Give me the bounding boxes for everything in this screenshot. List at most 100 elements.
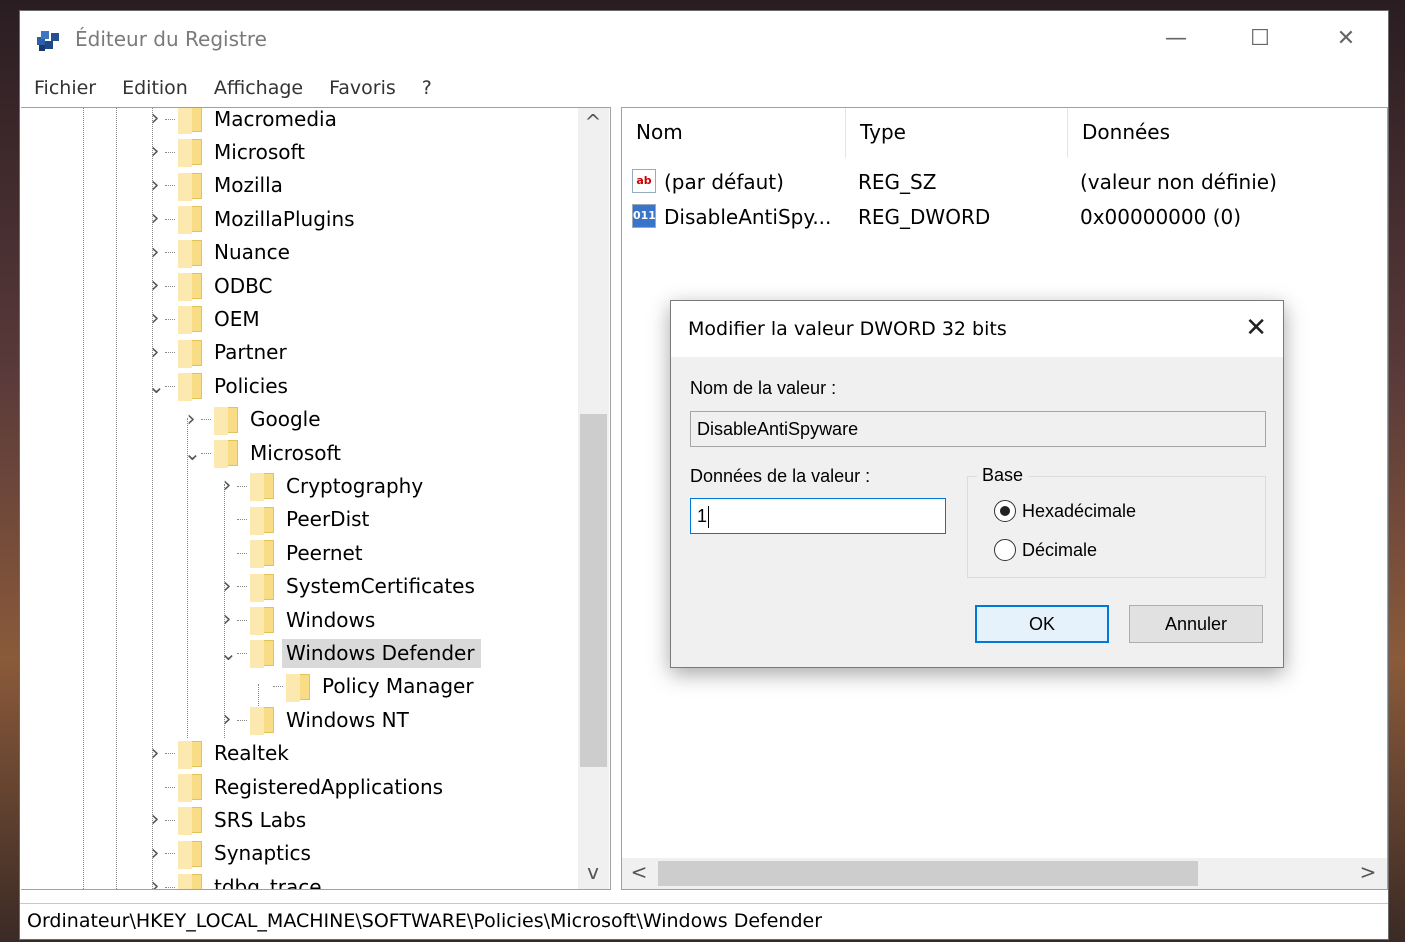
- tree-node-label: Macromedia: [214, 107, 337, 131]
- tree-node[interactable]: Peernet: [220, 537, 369, 569]
- menu-affichage[interactable]: Affichage: [214, 77, 303, 99]
- radio-unchecked-icon[interactable]: [994, 539, 1016, 561]
- tree-node[interactable]: › SRS Labs: [148, 804, 312, 836]
- tree-node[interactable]: › Mozilla: [148, 170, 289, 202]
- menu-fichier[interactable]: Fichier: [34, 77, 96, 99]
- folder-icon: [178, 807, 202, 836]
- value-type: REG_DWORD: [858, 205, 991, 229]
- chevron-right-icon[interactable]: ›: [220, 575, 234, 597]
- value-data: 0x00000000 (0): [1080, 205, 1242, 229]
- tree-node[interactable]: › Nuance: [148, 237, 296, 269]
- tree-node[interactable]: › SystemCertificates: [220, 571, 481, 603]
- tree-node[interactable]: PeerDist: [220, 504, 375, 536]
- chevron-right-icon[interactable]: ›: [220, 475, 234, 497]
- tree-node[interactable]: ⌄ Windows Defender: [220, 637, 481, 669]
- chevron-right-icon[interactable]: ›: [148, 876, 162, 889]
- column-header-name[interactable]: Nom: [622, 108, 846, 158]
- registry-tree[interactable]: ^ v › Macromedia › Microsoft › Mozilla › Mozill…: [21, 107, 611, 890]
- value-row[interactable]: ab (par défaut) REG_SZ (valeur non défin…: [622, 166, 1387, 200]
- tree-node[interactable]: › OEM: [148, 303, 266, 335]
- chevron-down-icon[interactable]: ⌄: [148, 376, 165, 396]
- folder-icon: [178, 206, 202, 235]
- tree-node[interactable]: › Microsoft: [148, 136, 311, 168]
- folder-icon: [250, 540, 274, 569]
- scroll-down-icon[interactable]: v: [578, 860, 608, 884]
- chevron-right-icon[interactable]: ›: [148, 241, 162, 263]
- ok-button[interactable]: OK: [975, 605, 1109, 643]
- edit-dword-dialog: Modifier la valeur DWORD 32 bits ✕ Nom d…: [670, 300, 1284, 668]
- tree-node[interactable]: › Macromedia: [148, 107, 343, 135]
- radio-checked-icon[interactable]: [994, 500, 1016, 522]
- chevron-right-icon[interactable]: ›: [148, 308, 162, 330]
- scroll-right-icon[interactable]: >: [1353, 860, 1383, 884]
- value-name: (par défaut): [664, 170, 784, 194]
- scroll-up-icon[interactable]: ^: [578, 110, 608, 134]
- list-scroll-thumb[interactable]: [658, 861, 1198, 886]
- tree-node[interactable]: › Synaptics: [148, 838, 317, 870]
- tree-connector: [237, 552, 247, 554]
- tree-node-label: Microsoft: [214, 139, 306, 164]
- tree-node[interactable]: › Realtek: [148, 738, 295, 770]
- scroll-left-icon[interactable]: <: [624, 860, 654, 884]
- tree-connector: [237, 652, 247, 654]
- tree-node[interactable]: › ODBC: [148, 270, 278, 302]
- tree-connector: [165, 352, 175, 354]
- chevron-right-icon[interactable]: ›: [220, 709, 234, 731]
- tree-connector: [165, 853, 175, 855]
- chevron-right-icon[interactable]: ›: [148, 275, 162, 297]
- tree-node[interactable]: RegisteredApplications: [148, 771, 449, 803]
- tree-node[interactable]: › Google: [184, 404, 327, 436]
- chevron-right-icon[interactable]: ›: [148, 341, 162, 363]
- cancel-button[interactable]: Annuler: [1129, 605, 1263, 643]
- chevron-down-icon[interactable]: ⌄: [220, 643, 237, 663]
- value-name-field: DisableAntiSpyware: [690, 411, 1266, 447]
- column-header-type[interactable]: Type: [846, 108, 1068, 158]
- tree-node[interactable]: › Windows NT: [220, 704, 415, 736]
- maximize-button[interactable]: ☐: [1220, 11, 1300, 65]
- value-data-label: Données de la valeur :: [690, 466, 871, 486]
- tree-node-label: Mozilla: [214, 173, 283, 198]
- tree-node[interactable]: Policy Manager: [256, 671, 480, 703]
- tree-node[interactable]: › MozillaPlugins: [148, 203, 361, 235]
- chevron-right-icon[interactable]: ›: [148, 208, 162, 230]
- menu-help[interactable]: ?: [422, 77, 432, 99]
- tree-scroll-thumb[interactable]: [580, 414, 607, 767]
- tree-connector: [237, 485, 247, 487]
- radio-decimal[interactable]: Décimale: [994, 539, 1097, 561]
- tree-node[interactable]: ⌄ Policies: [148, 370, 294, 402]
- chevron-right-icon[interactable]: ›: [148, 108, 162, 130]
- tree-node-label: Cryptography: [286, 473, 424, 498]
- tree-node[interactable]: › Cryptography: [220, 470, 429, 502]
- chevron-right-icon[interactable]: ›: [148, 174, 162, 196]
- chevron-right-icon[interactable]: ›: [148, 141, 162, 163]
- column-header-data[interactable]: Données: [1068, 108, 1387, 158]
- menu-edition[interactable]: Edition: [122, 77, 188, 99]
- tree-node-label: Policies: [214, 373, 288, 398]
- dialog-close-icon[interactable]: ✕: [1245, 313, 1267, 343]
- chevron-down-icon[interactable]: ⌄: [184, 443, 201, 463]
- tree-vertical-scrollbar[interactable]: ^ v: [578, 108, 609, 889]
- minimize-button[interactable]: —: [1136, 11, 1216, 65]
- chevron-right-icon[interactable]: ›: [148, 809, 162, 831]
- value-row[interactable]: 011 DisableAntiSpy... REG_DWORD 0x000000…: [622, 201, 1387, 235]
- tree-node[interactable]: › tdbg_trace: [148, 871, 328, 889]
- chevron-right-icon[interactable]: ›: [148, 842, 162, 864]
- chevron-right-icon[interactable]: ›: [184, 408, 198, 430]
- chevron-right-icon[interactable]: ›: [220, 609, 234, 631]
- close-window-button[interactable]: ✕: [1306, 11, 1386, 65]
- tree-node-label: MozillaPlugins: [214, 206, 355, 231]
- folder-icon: [286, 673, 310, 702]
- radio-hexadecimal[interactable]: Hexadécimale: [994, 500, 1136, 522]
- tree-connector: [220, 546, 234, 560]
- value-data-text: 1: [697, 506, 708, 526]
- folder-icon: [214, 406, 238, 435]
- folder-icon: [250, 573, 274, 602]
- tree-node[interactable]: ⌄ Microsoft: [184, 437, 347, 469]
- folder-icon: [178, 108, 202, 134]
- menu-favoris[interactable]: Favoris: [329, 77, 396, 99]
- tree-node[interactable]: › Partner: [148, 337, 293, 369]
- value-data-input[interactable]: 1: [690, 498, 946, 534]
- tree-node[interactable]: › Windows: [220, 604, 381, 636]
- list-horizontal-scrollbar[interactable]: < >: [622, 858, 1387, 889]
- chevron-right-icon[interactable]: ›: [148, 742, 162, 764]
